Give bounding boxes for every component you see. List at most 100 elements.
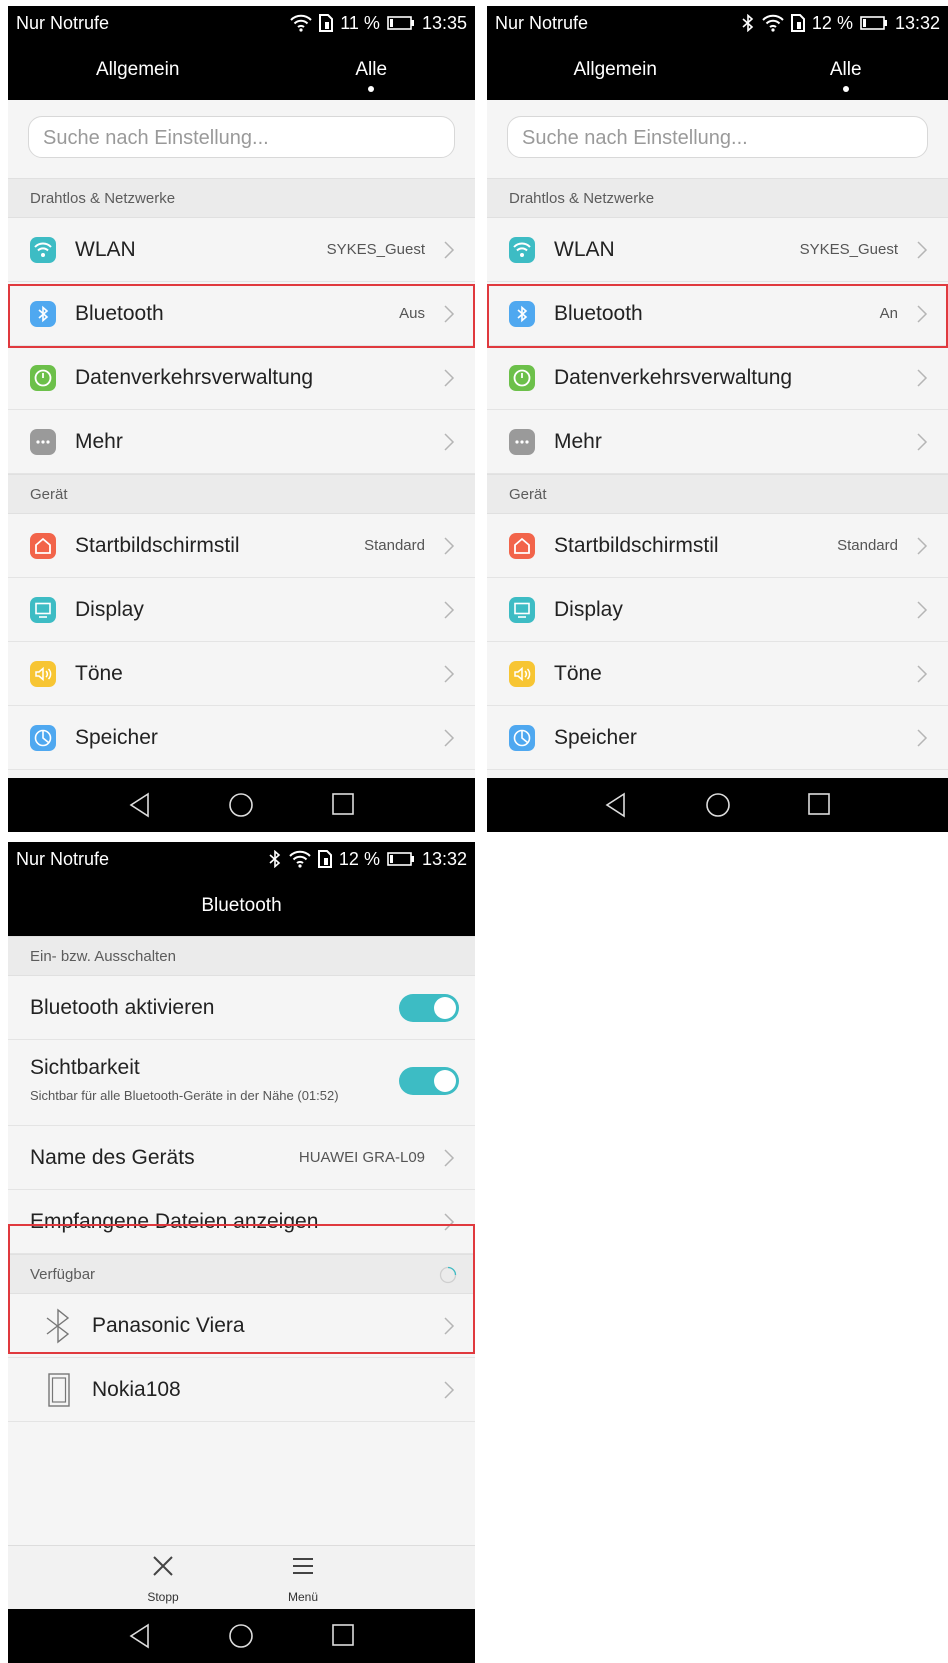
setting-label: Mehr xyxy=(554,430,602,453)
tab-header: Allgemein Alle xyxy=(487,40,948,100)
home-circle-icon[interactable] xyxy=(228,792,254,818)
chevron-right-icon xyxy=(917,241,928,259)
back-icon[interactable] xyxy=(604,792,628,818)
home-icon xyxy=(30,533,56,559)
home-circle-icon[interactable] xyxy=(705,792,731,818)
stop-button[interactable]: Stopp xyxy=(118,1546,208,1610)
battery-icon xyxy=(387,16,415,30)
chevron-right-icon xyxy=(444,433,455,451)
setting-label: Speicher xyxy=(554,726,637,749)
bluetooth-icon xyxy=(268,850,282,868)
chevron-right-icon xyxy=(917,537,928,555)
setting-value: SYKES_Guest xyxy=(326,241,425,258)
visibility-row[interactable]: Sichtbarkeit Sichtbar für alle Bluetooth… xyxy=(8,1040,475,1126)
device-item[interactable]: Nokia108 xyxy=(8,1358,475,1422)
search-input[interactable]: Suche nach Einstellung... xyxy=(28,116,455,158)
tab-all[interactable]: Alle xyxy=(325,59,417,92)
setting-more[interactable]: Mehr xyxy=(487,410,948,474)
setting-storage[interactable]: Speicher xyxy=(8,706,475,770)
setting-value: An xyxy=(879,305,898,322)
setting-label: Display xyxy=(554,598,623,621)
setting-label: Bluetooth xyxy=(554,302,643,325)
visibility-toggle[interactable] xyxy=(399,1067,459,1095)
setting-display[interactable]: Display xyxy=(487,578,948,642)
device-item[interactable]: Panasonic Viera xyxy=(8,1294,475,1358)
chevron-right-icon xyxy=(444,241,455,259)
chevron-right-icon xyxy=(444,729,455,747)
recents-icon[interactable] xyxy=(331,1623,355,1647)
section-wireless: Drahtlos & Netzwerke xyxy=(8,178,475,218)
setting-wlan[interactable]: WLAN SYKES_Guest xyxy=(8,218,475,282)
row-label: Name des Geräts xyxy=(30,1146,195,1169)
back-icon[interactable] xyxy=(128,1623,152,1649)
setting-label: Bluetooth xyxy=(75,302,164,325)
settings-screen-bluetooth-on: Nur Notrufe 12 % 13:32 Allgemein Alle Su… xyxy=(487,6,948,832)
battery-icon xyxy=(860,16,888,30)
bluetooth-icon xyxy=(30,301,56,327)
setting-value: SYKES_Guest xyxy=(799,241,898,258)
setting-label: Mehr xyxy=(75,430,123,453)
chevron-right-icon xyxy=(917,601,928,619)
menu-icon xyxy=(293,1558,313,1574)
setting-value: Standard xyxy=(364,537,425,554)
search-input[interactable]: Suche nach Einstellung... xyxy=(507,116,928,158)
received-files-row[interactable]: Empfangene Dateien anzeigen xyxy=(8,1190,475,1254)
bluetooth-enable-row[interactable]: Bluetooth aktivieren xyxy=(8,976,475,1040)
row-label: Bluetooth aktivieren xyxy=(30,996,215,1019)
button-label: Stopp xyxy=(147,1590,179,1604)
tab-all[interactable]: Alle xyxy=(800,59,892,92)
chevron-right-icon xyxy=(444,1381,455,1399)
recents-icon[interactable] xyxy=(331,792,355,816)
tab-general[interactable]: Allgemein xyxy=(66,59,209,81)
setting-display[interactable]: Display xyxy=(8,578,475,642)
battery-icon xyxy=(387,852,415,866)
display-icon xyxy=(509,597,535,623)
section-label: Verfügbar xyxy=(30,1266,96,1283)
setting-home-style[interactable]: Startbildschirmstil Standard xyxy=(487,514,948,578)
setting-label: Startbildschirmstil xyxy=(554,534,719,557)
wifi-icon xyxy=(509,237,535,263)
wifi-icon xyxy=(762,14,784,32)
setting-wlan[interactable]: WLAN SYKES_Guest xyxy=(487,218,948,282)
setting-more[interactable]: Mehr xyxy=(8,410,475,474)
carrier-text: Nur Notrufe xyxy=(16,13,110,33)
search-area: Suche nach Einstellung... xyxy=(8,100,475,178)
menu-button[interactable]: Menü xyxy=(258,1546,348,1610)
chevron-right-icon xyxy=(444,537,455,555)
back-icon[interactable] xyxy=(128,792,152,818)
navigation-bar xyxy=(8,1609,475,1663)
tab-general[interactable]: Allgemein xyxy=(543,59,686,81)
setting-bluetooth[interactable]: Bluetooth Aus xyxy=(8,282,475,346)
bluetooth-toggle[interactable] xyxy=(399,994,459,1022)
display-icon xyxy=(30,597,56,623)
loading-spinner-icon xyxy=(439,1266,457,1284)
sim-icon xyxy=(319,14,334,32)
chevron-right-icon xyxy=(444,1317,455,1335)
device-name-row[interactable]: Name des Geräts HUAWEI GRA-L09 xyxy=(8,1126,475,1190)
row-subtitle: Sichtbar für alle Bluetooth-Geräte in de… xyxy=(30,1088,339,1103)
button-label: Menü xyxy=(287,1590,319,1604)
search-area: Suche nach Einstellung... xyxy=(487,100,948,178)
setting-home-style[interactable]: Startbildschirmstil Standard xyxy=(8,514,475,578)
speedometer-icon xyxy=(30,365,56,391)
setting-label: Töne xyxy=(75,662,123,685)
bluetooth-icon xyxy=(46,1308,70,1344)
setting-sounds[interactable]: Töne xyxy=(8,642,475,706)
chevron-right-icon xyxy=(917,729,928,747)
setting-label: Datenverkehrsverwaltung xyxy=(554,366,793,389)
chevron-right-icon xyxy=(444,1149,455,1167)
tab-header: Allgemein Alle xyxy=(8,40,475,100)
chevron-right-icon xyxy=(917,665,928,683)
device-name: Nokia108 xyxy=(92,1378,181,1401)
chevron-right-icon xyxy=(444,369,455,387)
setting-storage[interactable]: Speicher xyxy=(487,706,948,770)
setting-data-management[interactable]: Datenverkehrsverwaltung xyxy=(487,346,948,410)
setting-data-management[interactable]: Datenverkehrsverwaltung xyxy=(8,346,475,410)
home-circle-icon[interactable] xyxy=(228,1623,254,1649)
carrier-text: Nur Notrufe xyxy=(16,849,110,869)
sim-icon xyxy=(317,850,332,868)
recents-icon[interactable] xyxy=(807,792,831,816)
setting-label: Startbildschirmstil xyxy=(75,534,240,557)
setting-sounds[interactable]: Töne xyxy=(487,642,948,706)
setting-bluetooth[interactable]: Bluetooth An xyxy=(487,282,948,346)
